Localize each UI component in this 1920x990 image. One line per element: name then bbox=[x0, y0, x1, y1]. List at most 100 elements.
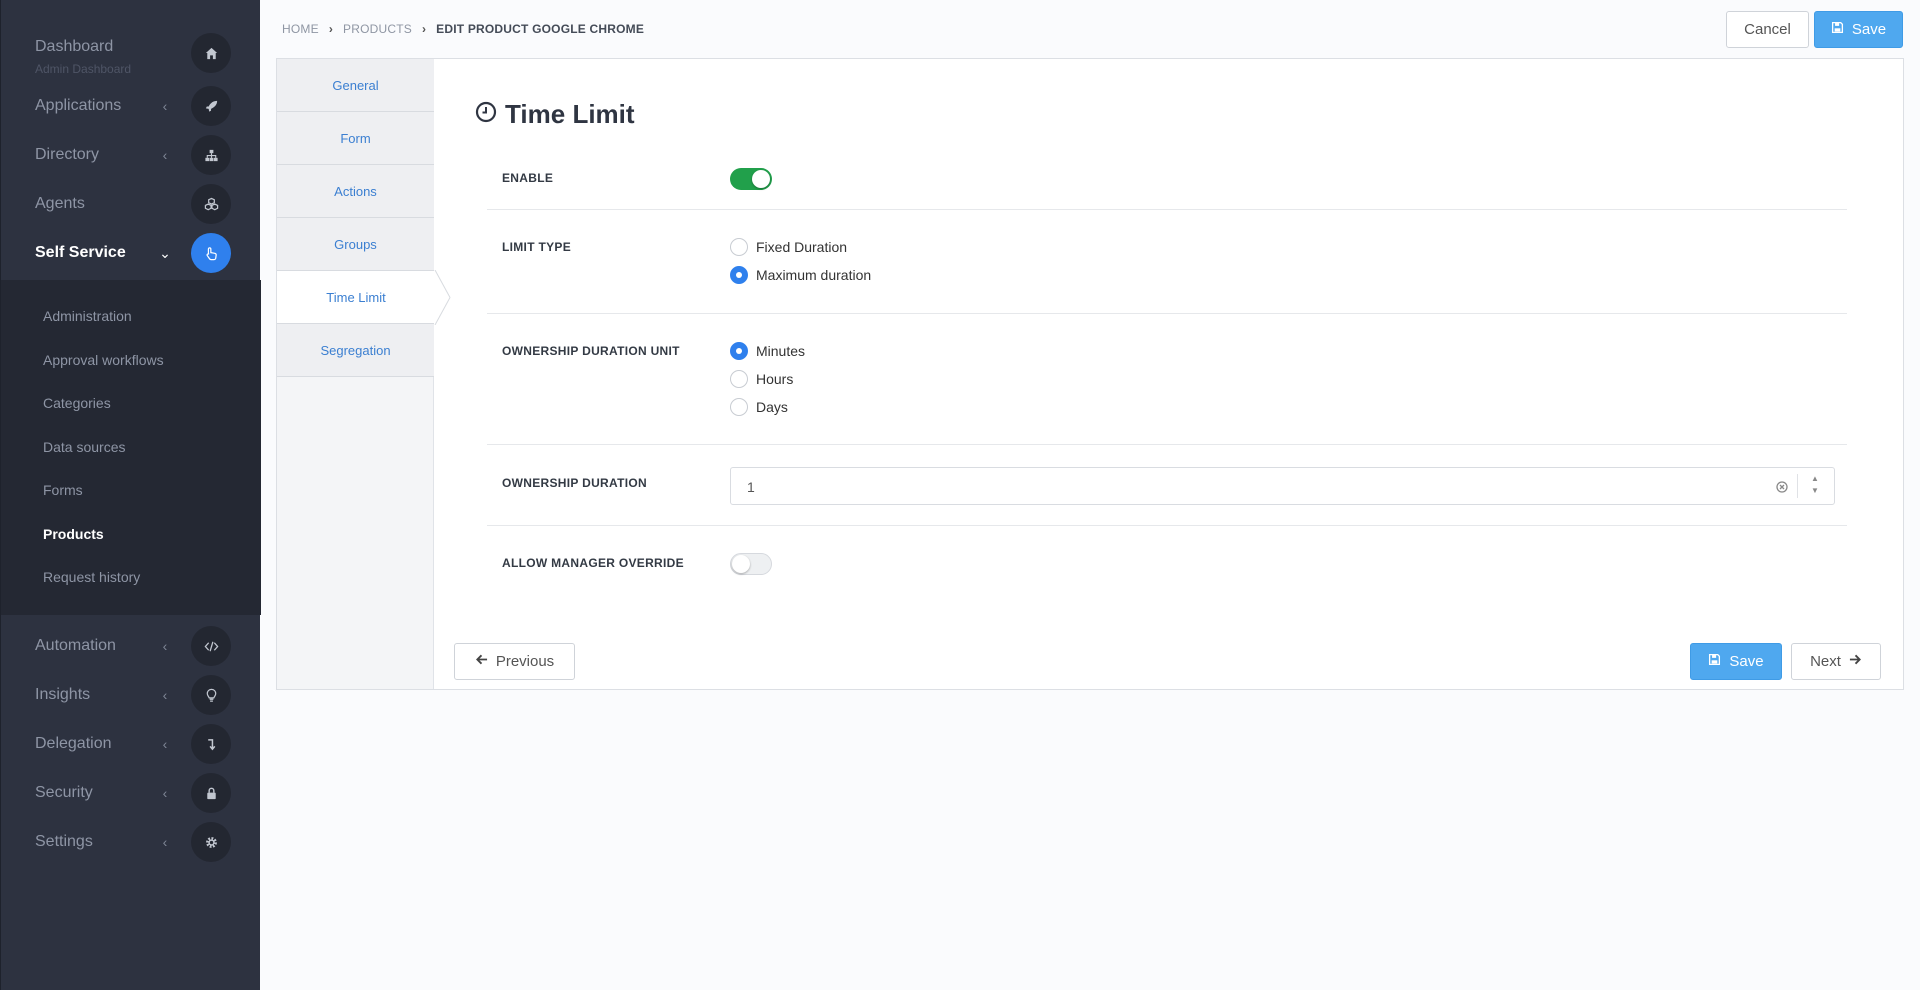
divider bbox=[487, 525, 1847, 526]
tab-form[interactable]: Form bbox=[277, 112, 434, 165]
sidebar-item-agents[interactable]: Agents bbox=[1, 180, 261, 228]
sidebar-item-automation[interactable]: Automation ‹ bbox=[1, 622, 261, 670]
radio-unchecked bbox=[730, 398, 748, 416]
sidebar-item-label: Automation bbox=[35, 637, 116, 654]
floppy-disk-icon bbox=[1708, 653, 1721, 670]
chevron-left-icon: ‹ bbox=[162, 98, 168, 114]
next-button-label: Next bbox=[1810, 653, 1841, 670]
tab-time-limit-label: Time Limit bbox=[326, 289, 386, 305]
limit-type-fixed-duration-radio[interactable]: Fixed Duration bbox=[730, 238, 847, 256]
save-button[interactable]: Save bbox=[1814, 11, 1903, 48]
clear-icon[interactable] bbox=[1776, 480, 1788, 493]
toggle-knob bbox=[752, 170, 770, 188]
radio-checked bbox=[730, 266, 748, 284]
sitemap-icon bbox=[191, 135, 231, 175]
section-title-text: Time Limit bbox=[505, 99, 635, 129]
ownership-duration-value: 1 bbox=[747, 479, 755, 495]
sidebar-item-directory[interactable]: Directory ‹ bbox=[1, 131, 261, 179]
sidebar-item-insights[interactable]: Insights ‹ bbox=[1, 671, 261, 719]
sidebar-item-self-service[interactable]: Self Service ⌄ bbox=[1, 229, 261, 277]
next-button[interactable]: Next bbox=[1791, 643, 1881, 680]
chevron-down-icon: ⌄ bbox=[159, 244, 171, 261]
input-separator bbox=[1797, 474, 1798, 498]
tab-time-limit[interactable]: Time Limit bbox=[277, 270, 451, 325]
sidebar-item-label: Dashboard bbox=[35, 38, 114, 55]
sidebar-item-label: Self Service bbox=[35, 244, 126, 261]
submenu-item-products[interactable]: Products bbox=[43, 526, 104, 542]
caret-down-icon[interactable]: ▼ bbox=[1810, 485, 1820, 497]
chevron-right-icon: › bbox=[328, 22, 334, 36]
submenu-item-categories[interactable]: Categories bbox=[43, 395, 111, 411]
previous-button[interactable]: Previous bbox=[454, 643, 575, 680]
limit-type-label: LIMIT TYPE bbox=[502, 240, 571, 254]
limit-type-maximum-duration-radio[interactable]: Maximum duration bbox=[730, 266, 871, 284]
wizard-tabs: General Form Actions Groups Time Limit S… bbox=[277, 59, 451, 689]
footer-save-button[interactable]: Save bbox=[1690, 643, 1782, 680]
breadcrumb-current: EDIT PRODUCT GOOGLE CHROME bbox=[436, 22, 645, 36]
breadcrumb: HOME › PRODUCTS › EDIT PRODUCT GOOGLE CH… bbox=[282, 22, 644, 36]
save-button-label: Save bbox=[1851, 21, 1887, 38]
rocket-icon bbox=[191, 86, 231, 126]
sidebar-item-label: Agents bbox=[35, 195, 85, 212]
tab-general[interactable]: General bbox=[277, 59, 434, 112]
unit-hours-radio[interactable]: Hours bbox=[730, 370, 793, 388]
sidebar-item-applications[interactable]: Applications ‹ bbox=[1, 82, 261, 130]
toggle-knob bbox=[732, 555, 750, 573]
sidebar-item-delegation[interactable]: Delegation ‹ bbox=[1, 720, 261, 768]
lightbulb-icon bbox=[191, 675, 231, 715]
level-down-icon bbox=[191, 724, 231, 764]
divider bbox=[487, 444, 1847, 445]
unit-days-radio[interactable]: Days bbox=[730, 398, 788, 416]
sidebar-item-dashboard[interactable]: Dashboard Admin Dashboard bbox=[1, 29, 261, 77]
cancel-button-label: Cancel bbox=[1744, 21, 1791, 38]
radio-checked bbox=[730, 342, 748, 360]
sidebar: Dashboard Admin Dashboard Applications ‹… bbox=[0, 0, 261, 990]
radio-label: Maximum duration bbox=[756, 267, 872, 283]
sidebar-item-security[interactable]: Security ‹ bbox=[1, 769, 261, 817]
gear-icon bbox=[191, 822, 231, 862]
lock-icon bbox=[191, 773, 231, 813]
cubes-icon bbox=[191, 184, 231, 224]
submenu-item-forms[interactable]: Forms bbox=[43, 482, 83, 498]
chevron-left-icon: ‹ bbox=[162, 785, 168, 801]
previous-button-label: Previous bbox=[495, 653, 555, 670]
submenu-item-administration[interactable]: Administration bbox=[43, 308, 132, 324]
code-icon bbox=[191, 626, 231, 666]
chevron-left-icon: ‹ bbox=[162, 687, 168, 703]
ownership-duration-unit-label: OWNERSHIP DURATION UNIT bbox=[502, 344, 680, 358]
sidebar-item-sublabel: Admin Dashboard bbox=[35, 62, 132, 76]
radio-unchecked bbox=[730, 238, 748, 256]
allow-manager-override-label: ALLOW MANAGER OVERRIDE bbox=[502, 556, 684, 570]
tab-segregation[interactable]: Segregation bbox=[277, 324, 434, 377]
breadcrumb-home[interactable]: HOME bbox=[282, 22, 319, 36]
enable-toggle[interactable] bbox=[730, 168, 772, 190]
self-service-submenu: Administration Approval workflows Catego… bbox=[1, 280, 261, 615]
caret-up-icon[interactable]: ▲ bbox=[1810, 473, 1820, 485]
chevron-left-icon: ‹ bbox=[162, 638, 168, 654]
submenu-item-approval-workflows[interactable]: Approval workflows bbox=[43, 352, 164, 368]
sidebar-item-label: Directory bbox=[35, 146, 100, 163]
tab-actions[interactable]: Actions bbox=[277, 165, 434, 218]
footer-save-button-label: Save bbox=[1729, 653, 1764, 670]
cancel-button[interactable]: Cancel bbox=[1726, 11, 1809, 48]
sidebar-item-settings[interactable]: Settings ‹ bbox=[1, 818, 261, 866]
unit-minutes-radio[interactable]: Minutes bbox=[730, 342, 805, 360]
clock-icon bbox=[475, 99, 497, 130]
chevron-right-icon: › bbox=[421, 22, 427, 36]
tab-groups[interactable]: Groups bbox=[277, 218, 434, 271]
ownership-duration-input[interactable]: 1 ▲ ▼ bbox=[730, 467, 1835, 505]
home-icon bbox=[191, 33, 231, 73]
sidebar-item-label: Delegation bbox=[35, 735, 112, 752]
divider bbox=[487, 313, 1847, 314]
chevron-left-icon: ‹ bbox=[162, 834, 168, 850]
submenu-item-data-sources[interactable]: Data sources bbox=[43, 439, 125, 455]
arrow-left-icon bbox=[475, 653, 488, 670]
chevron-left-icon: ‹ bbox=[162, 736, 168, 752]
radio-label: Minutes bbox=[756, 343, 806, 359]
number-spinner[interactable]: ▲ ▼ bbox=[1810, 473, 1820, 497]
submenu-item-request-history[interactable]: Request history bbox=[43, 569, 140, 585]
breadcrumb-products[interactable]: PRODUCTS bbox=[343, 22, 412, 36]
ownership-duration-label: OWNERSHIP DURATION bbox=[502, 476, 647, 490]
allow-manager-override-toggle[interactable] bbox=[730, 553, 772, 575]
radio-label: Hours bbox=[756, 371, 794, 387]
